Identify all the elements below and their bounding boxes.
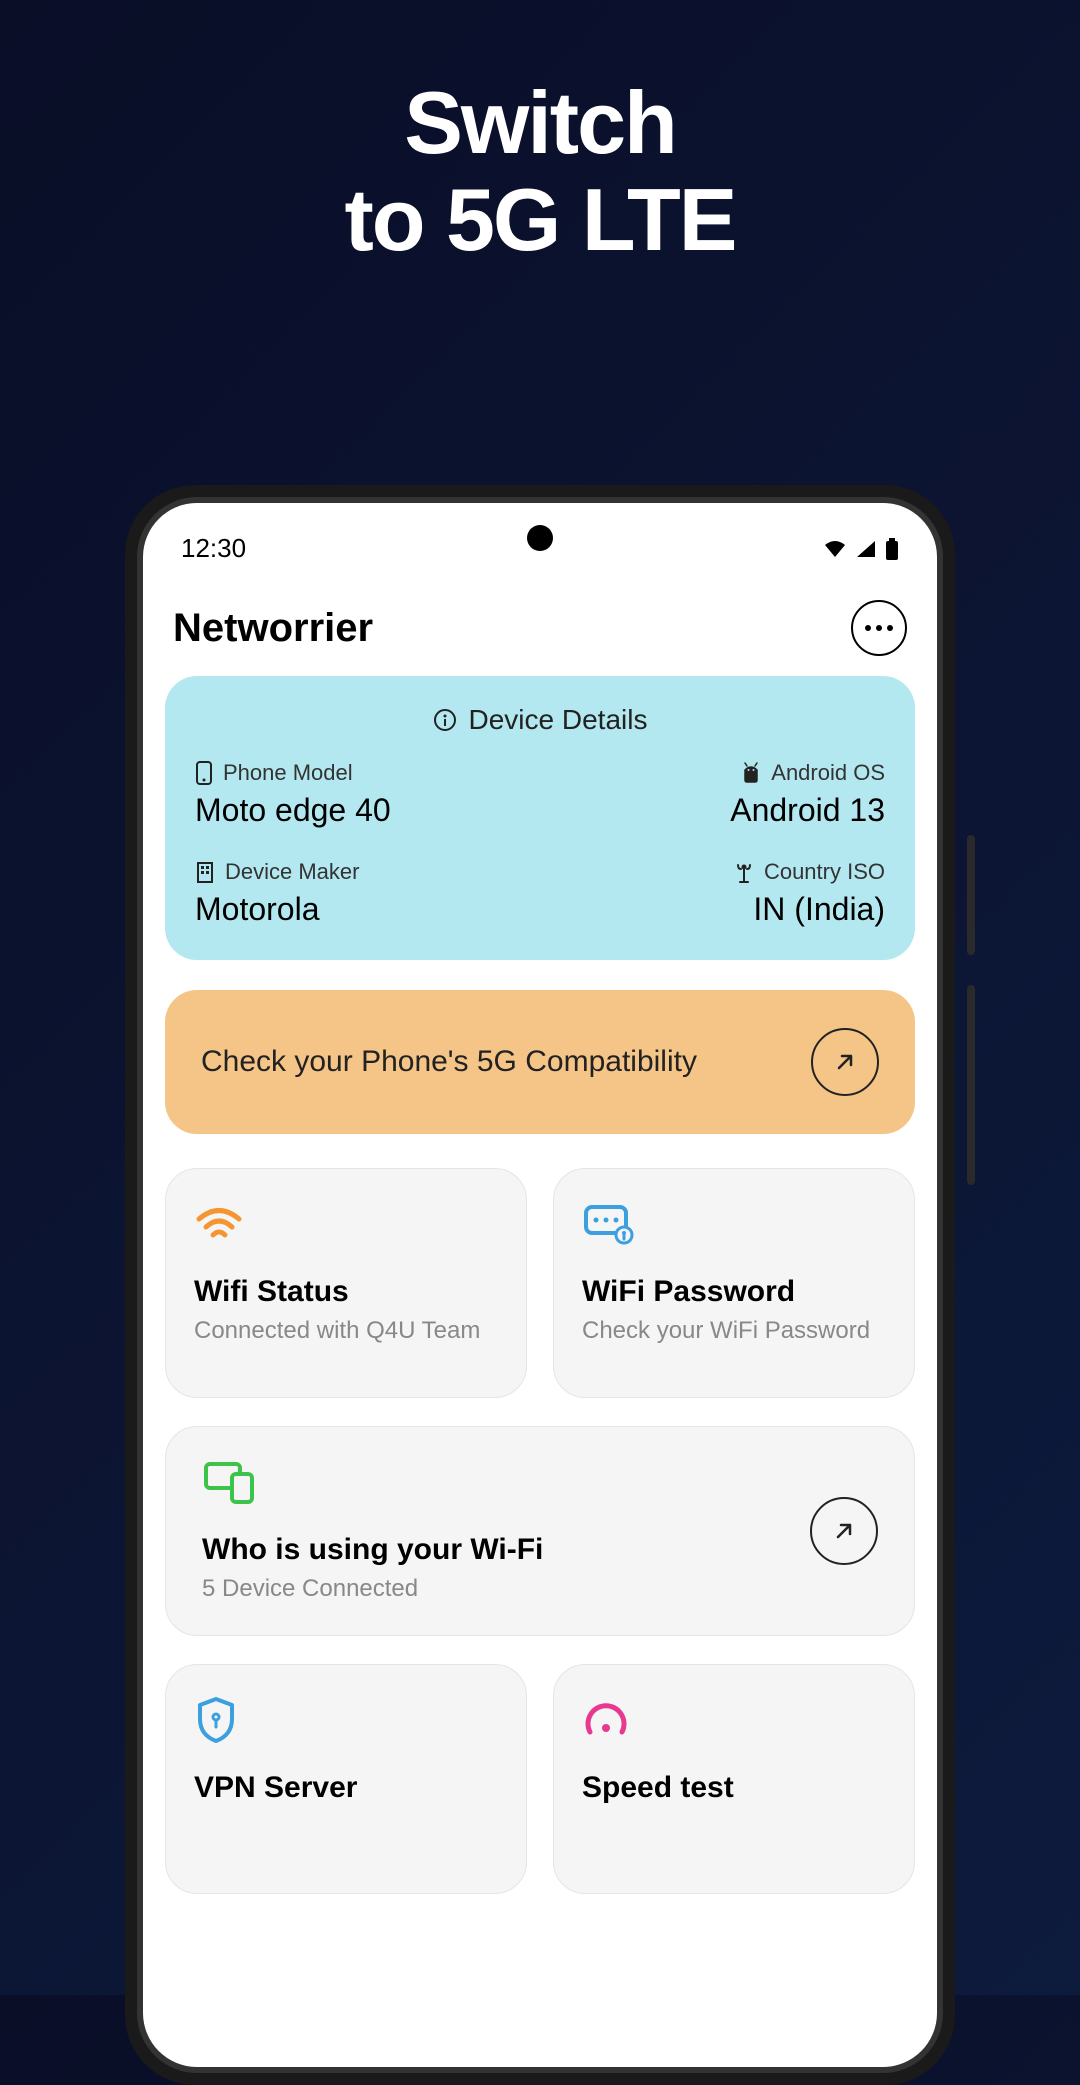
device-maker-value: Motorola bbox=[195, 891, 530, 928]
5g-compat-button[interactable]: Check your Phone's 5G Compatibility bbox=[165, 990, 915, 1134]
promo-headline: Switch to 5G LTE bbox=[0, 75, 1080, 269]
phone-model-value: Moto edge 40 bbox=[195, 792, 530, 829]
promo-line-1: Switch bbox=[0, 75, 1080, 172]
promo-line-2: to 5G LTE bbox=[0, 172, 1080, 269]
speed-test-title: Speed test bbox=[582, 1771, 886, 1805]
devices-icon bbox=[202, 1459, 543, 1505]
menu-button[interactable] bbox=[851, 600, 907, 656]
shield-icon bbox=[194, 1697, 498, 1743]
app-title: Networrier bbox=[173, 606, 373, 651]
wifi-status-title: Wifi Status bbox=[194, 1275, 498, 1309]
wifi-status-card[interactable]: Wifi Status Connected with Q4U Team bbox=[165, 1168, 527, 1398]
5g-compat-label: Check your Phone's 5G Compatibility bbox=[201, 1045, 697, 1079]
camera-notch bbox=[527, 525, 553, 551]
android-icon bbox=[741, 762, 761, 784]
android-os-value: Android 13 bbox=[550, 792, 885, 829]
phone-icon bbox=[195, 761, 213, 785]
password-icon bbox=[582, 1201, 886, 1247]
menu-dots-icon bbox=[865, 625, 871, 631]
arrow-up-right-icon bbox=[810, 1497, 878, 1565]
phone-frame: 12:30 Networrier bbox=[125, 485, 955, 2085]
side-button bbox=[967, 985, 975, 1185]
country-iso-value: IN (India) bbox=[550, 891, 885, 928]
battery-icon bbox=[885, 538, 899, 560]
speed-test-card[interactable]: Speed test bbox=[553, 1664, 915, 1894]
android-os-label: Android OS bbox=[771, 760, 885, 786]
vpn-server-card[interactable]: VPN Server bbox=[165, 1664, 527, 1894]
who-wifi-title: Who is using your Wi-Fi bbox=[202, 1533, 543, 1567]
wifi-icon bbox=[823, 539, 847, 559]
wifi-icon bbox=[194, 1201, 498, 1247]
device-details-card: Device Details Phone Model Moto edge 40 bbox=[165, 676, 915, 960]
device-details-title: Device Details bbox=[469, 704, 648, 736]
signal-icon bbox=[855, 539, 877, 559]
phone-model-label: Phone Model bbox=[223, 760, 353, 786]
who-wifi-card[interactable]: Who is using your Wi-Fi 5 Device Connect… bbox=[165, 1426, 915, 1636]
wifi-password-title: WiFi Password bbox=[582, 1275, 886, 1309]
vpn-title: VPN Server bbox=[194, 1771, 498, 1805]
wifi-status-subtitle: Connected with Q4U Team bbox=[194, 1317, 498, 1345]
device-maker-label: Device Maker bbox=[225, 859, 359, 885]
status-time: 12:30 bbox=[181, 533, 246, 564]
building-icon bbox=[195, 861, 215, 883]
info-icon bbox=[433, 708, 457, 732]
arrow-up-right-icon bbox=[811, 1028, 879, 1096]
wifi-password-card[interactable]: WiFi Password Check your WiFi Password bbox=[553, 1168, 915, 1398]
antenna-icon bbox=[734, 861, 754, 883]
wifi-password-subtitle: Check your WiFi Password bbox=[582, 1317, 886, 1345]
gauge-icon bbox=[582, 1697, 886, 1743]
who-wifi-subtitle: 5 Device Connected bbox=[202, 1575, 543, 1603]
country-iso-label: Country ISO bbox=[764, 859, 885, 885]
side-button bbox=[967, 835, 975, 955]
